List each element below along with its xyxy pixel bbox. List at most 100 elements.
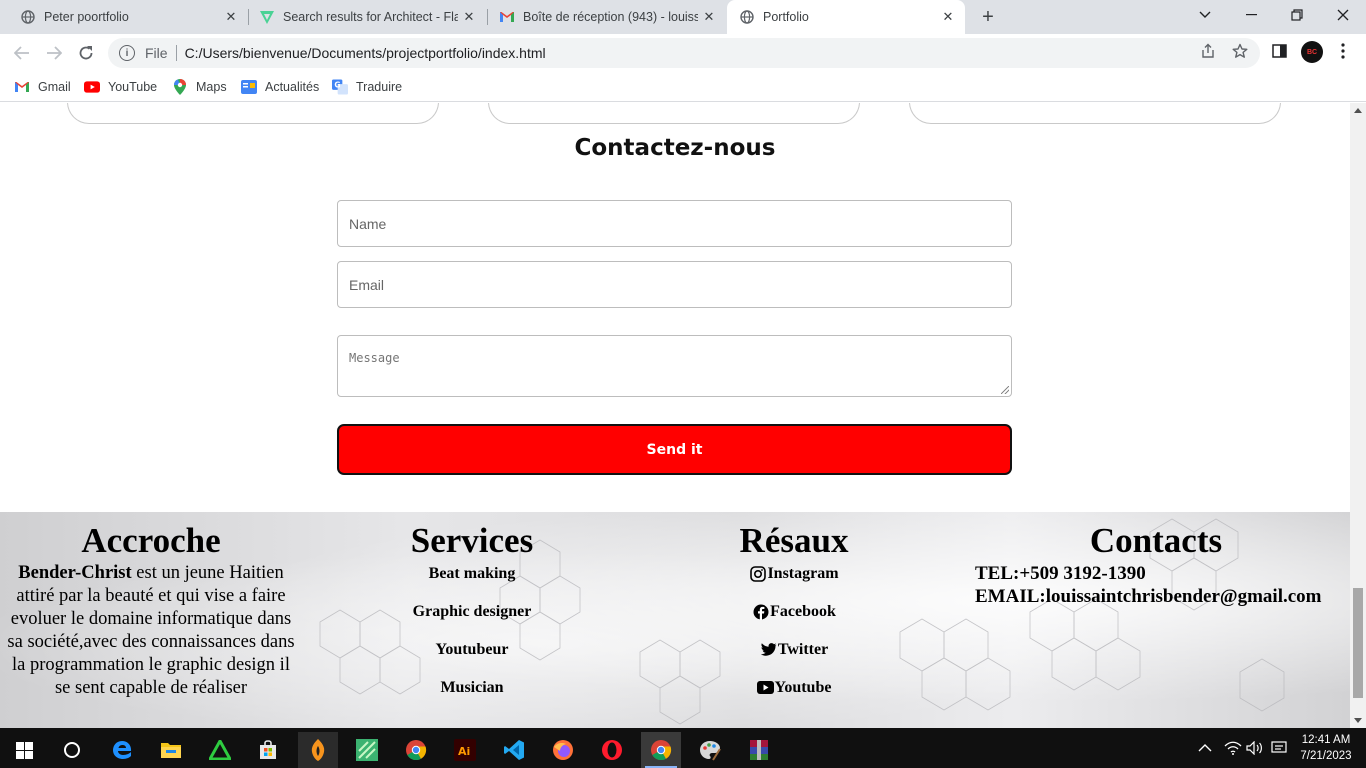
share-icon[interactable]	[1198, 41, 1218, 61]
winrar-icon[interactable]	[739, 732, 779, 768]
services-column: Services Beat making Graphic designer Yo…	[372, 520, 572, 714]
gmail-icon	[499, 9, 515, 25]
address-bar[interactable]: i File C:/Users/bienvenue/Documents/proj…	[108, 38, 1260, 68]
tab-label: Search results for Architect - Flati	[283, 10, 458, 24]
globe-icon	[739, 9, 755, 25]
accroche-title: Accroche	[81, 521, 221, 560]
bookmark-youtube[interactable]: YouTube	[84, 77, 157, 97]
social-label: Instagram	[767, 565, 839, 582]
close-window-button[interactable]	[1320, 0, 1366, 30]
app-triangle-icon[interactable]	[200, 732, 240, 768]
bookmark-actualites[interactable]: Actualités	[241, 77, 319, 97]
service-item[interactable]: Musician	[372, 676, 572, 714]
name-input[interactable]: Name	[337, 200, 1012, 247]
email-input[interactable]: Email	[337, 261, 1012, 308]
name-placeholder: Name	[349, 215, 387, 232]
bookmark-star-icon[interactable]	[1230, 41, 1250, 61]
fl-studio-icon[interactable]	[298, 732, 338, 768]
scroll-up-arrow-icon[interactable]	[1354, 108, 1362, 113]
firefox-icon[interactable]	[543, 732, 583, 768]
edge-icon[interactable]	[102, 732, 142, 768]
news-icon	[241, 80, 257, 94]
forward-button[interactable]	[42, 41, 66, 65]
tab-search-icon[interactable]	[1182, 0, 1228, 30]
contacts-title: Contacts	[1089, 521, 1223, 560]
tab-flaticon-search[interactable]: Search results for Architect - Flati ✕	[240, 0, 486, 34]
info-icon[interactable]: i	[119, 45, 135, 61]
tab-peter-portfolio[interactable]: Peter poortfolio ✕	[0, 0, 248, 34]
bookmark-maps[interactable]: Maps	[172, 77, 227, 97]
contact-email[interactable]: EMAIL:louissaintchrisbender@gmail.com	[975, 585, 1345, 608]
tab-label: Portfolio	[763, 10, 809, 24]
microsoft-store-icon[interactable]	[248, 732, 288, 768]
bookmark-label: Traduire	[356, 80, 403, 94]
service-card	[909, 103, 1281, 124]
social-link-youtube[interactable]: Youtube	[694, 676, 894, 714]
windows-start-icon[interactable]	[4, 732, 44, 768]
search-icon[interactable]	[52, 732, 92, 768]
page-scrollbar[interactable]	[1350, 103, 1366, 728]
restore-button[interactable]	[1274, 0, 1320, 30]
service-item[interactable]: Graphic designer	[372, 600, 572, 638]
gmail-icon	[14, 80, 30, 94]
browser-toolbar: i File C:/Users/bienvenue/Documents/proj…	[0, 34, 1366, 72]
volume-icon[interactable]	[1246, 728, 1264, 768]
paint-icon[interactable]	[690, 732, 730, 768]
social-link-instagram[interactable]: Instagram	[694, 562, 894, 600]
new-tab-button[interactable]: +	[976, 5, 1000, 29]
address-url[interactable]: C:/Users/bienvenue/Documents/projectport…	[185, 45, 546, 61]
chrome-active-icon[interactable]	[641, 732, 681, 768]
page-viewport: Contactez-nous Name Email Message Send i…	[0, 103, 1350, 728]
message-textarea[interactable]: Message	[337, 335, 1012, 397]
close-icon[interactable]: ✕	[222, 8, 240, 26]
minimize-button[interactable]	[1228, 0, 1274, 30]
profile-avatar[interactable]: BC	[1301, 41, 1323, 63]
send-button[interactable]: Send it	[337, 424, 1012, 475]
app-green-icon[interactable]	[347, 732, 387, 768]
side-panel-icon[interactable]	[1269, 41, 1289, 61]
bookmarks-bar: Gmail YouTube Maps Actualités G Traduire	[0, 72, 1366, 102]
bookmark-label: Maps	[196, 80, 227, 94]
message-placeholder: Message	[349, 351, 400, 365]
flaticon-icon	[259, 9, 275, 25]
illustrator-icon[interactable]: Ai	[445, 732, 485, 768]
menu-dots-icon[interactable]	[1333, 41, 1353, 61]
file-explorer-icon[interactable]	[151, 732, 191, 768]
tab-gmail-inbox[interactable]: Boîte de réception (943) - louissa ✕	[480, 0, 726, 34]
vscode-icon[interactable]	[494, 732, 534, 768]
close-icon[interactable]: ✕	[700, 8, 718, 26]
social-label: Facebook	[770, 603, 836, 620]
service-item[interactable]: Beat making	[372, 562, 572, 600]
scroll-down-arrow-icon[interactable]	[1354, 718, 1362, 723]
back-button[interactable]	[10, 41, 34, 65]
reseaux-title: Résaux	[739, 521, 849, 560]
service-item[interactable]: Youtubeur	[372, 638, 572, 676]
bookmark-gmail[interactable]: Gmail	[14, 77, 71, 97]
reload-button[interactable]	[74, 41, 98, 65]
bookmark-traduire[interactable]: G Traduire	[332, 77, 402, 97]
clock-time: 12:41 AM	[1301, 734, 1351, 746]
social-label: Youtube	[774, 679, 832, 696]
tab-label: Peter poortfolio	[44, 10, 129, 24]
bookmark-label: Gmail	[38, 80, 71, 94]
close-icon[interactable]: ✕	[939, 8, 957, 26]
social-link-twitter[interactable]: Twitter	[694, 638, 894, 676]
resize-handle[interactable]	[1001, 386, 1009, 394]
close-icon[interactable]: ✕	[460, 8, 478, 26]
address-divider	[175, 45, 177, 61]
keyboard-icon[interactable]	[1271, 728, 1287, 768]
scrollbar-thumb[interactable]	[1353, 588, 1363, 698]
twitter-icon	[760, 641, 777, 658]
network-icon[interactable]	[1224, 728, 1242, 768]
tab-portfolio[interactable]: Portfolio ✕	[727, 0, 965, 34]
opera-icon[interactable]	[592, 732, 632, 768]
social-link-facebook[interactable]: Facebook	[694, 600, 894, 638]
svg-text:G: G	[334, 80, 340, 89]
tray-chevron-up-icon[interactable]	[1198, 728, 1212, 768]
contacts-column: Contacts TEL:+509 3192-1390 EMAIL:louiss…	[975, 520, 1345, 608]
globe-icon	[20, 9, 36, 25]
chrome-icon[interactable]	[396, 732, 436, 768]
service-card	[488, 103, 860, 124]
scheme-label: File	[145, 45, 168, 61]
system-clock[interactable]: 12:41 AM 7/21/2023	[1290, 732, 1362, 764]
